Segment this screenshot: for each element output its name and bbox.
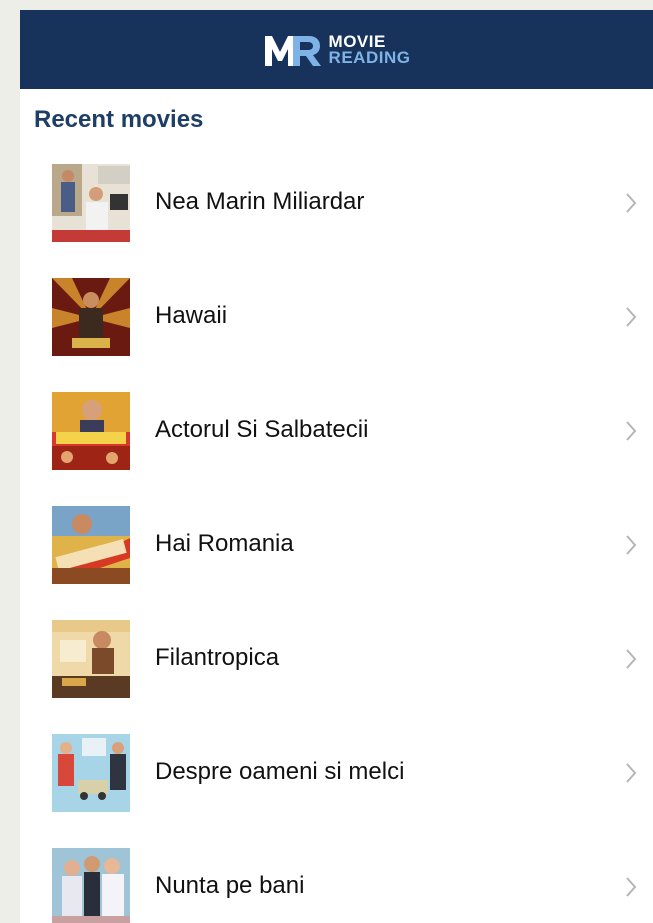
poster-hawaii <box>52 278 130 356</box>
chevron-right-icon <box>626 649 637 669</box>
chevron-right-icon <box>626 307 637 327</box>
chevron-right-icon <box>626 535 637 555</box>
logo-wordmark-line2: READING <box>328 47 411 67</box>
chevron-right-icon <box>626 763 637 783</box>
movie-list-item[interactable]: Hai Romania <box>20 506 653 620</box>
movie-list-item[interactable]: Hawaii <box>20 278 653 392</box>
chevron-right-icon <box>626 421 637 441</box>
movie-title: Actorul Si Salbatecii <box>155 416 369 443</box>
chevron-right-icon <box>626 877 637 897</box>
app-header: MOVIE READING <box>20 10 653 89</box>
movie-title: Nea Marin Miliardar <box>155 188 365 215</box>
movie-list: Nea Marin Miliardar Hawaii Actorul Si Sa… <box>20 164 653 923</box>
movie-list-item[interactable]: Filantropica <box>20 620 653 734</box>
logo-wordmark: MOVIE READING <box>328 33 411 67</box>
movie-list-item[interactable]: Nunta pe bani <box>20 848 653 923</box>
poster-nunta-pe-bani <box>52 848 130 923</box>
poster-hai-romania <box>52 506 130 584</box>
movie-title: Despre oameni si melci <box>155 758 405 785</box>
chevron-right-icon <box>626 193 637 213</box>
movie-list-item[interactable]: Nea Marin Miliardar <box>20 164 653 278</box>
app-screen: MOVIE READING Recent movies Nea Marin Mi… <box>20 10 653 923</box>
poster-filantropica <box>52 620 130 698</box>
movie-title: Hawaii <box>155 302 228 329</box>
poster-nea-marin-miliardar <box>52 164 130 242</box>
movie-list-item[interactable]: Despre oameni si melci <box>20 734 653 848</box>
movie-title: Hai Romania <box>155 530 294 557</box>
movie-title: Filantropica <box>155 644 280 671</box>
movie-title: Nunta pe bani <box>155 872 305 899</box>
movie-list-item[interactable]: Actorul Si Salbatecii <box>20 392 653 506</box>
poster-actorul-si-salbatecii <box>52 392 130 470</box>
poster-despre-oameni-si-melci <box>52 734 130 812</box>
app-logo[interactable]: MOVIE READING <box>263 32 411 68</box>
mr-logo-icon <box>263 32 323 68</box>
section-title: Recent movies <box>34 106 204 133</box>
